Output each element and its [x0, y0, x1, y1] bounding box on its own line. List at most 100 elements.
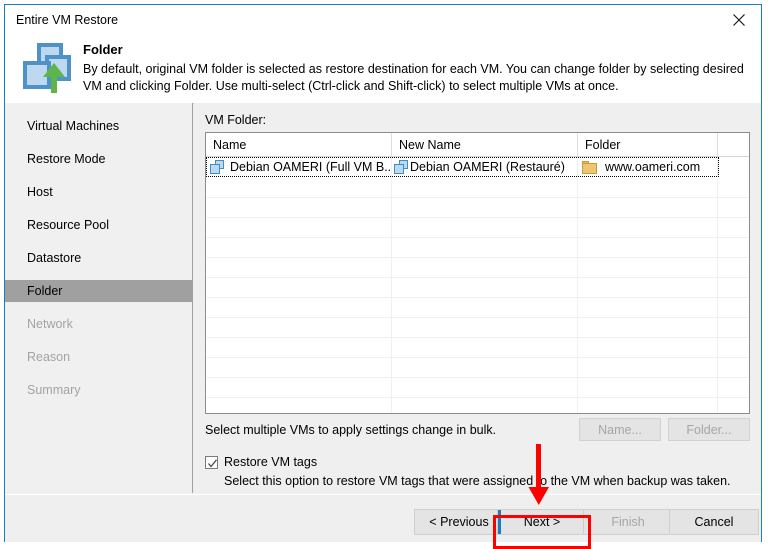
vm-folder-label: VM Folder:: [205, 113, 267, 127]
table-row-empty[interactable]: [206, 358, 749, 378]
table-row-empty[interactable]: [206, 318, 749, 338]
cell-empty: [206, 258, 392, 278]
cell-empty: [392, 298, 578, 318]
title-bar: Entire VM Restore: [5, 5, 761, 36]
sidebar-item-label: Virtual Machines: [27, 119, 120, 133]
cell-empty: [206, 378, 392, 398]
sidebar-item-label: Network: [27, 317, 73, 331]
sidebar-item-resource-pool[interactable]: Resource Pool: [5, 214, 192, 236]
cell-empty: [206, 218, 392, 238]
vm-folder-table: Name New Name Folder Debian OAMERI (Full V…: [205, 132, 750, 414]
cell-empty: [206, 178, 392, 198]
table-row-empty[interactable]: [206, 338, 749, 358]
table-row-empty[interactable]: [206, 398, 749, 413]
name-button[interactable]: Name...: [579, 418, 661, 441]
table-row-empty[interactable]: [206, 178, 749, 198]
cell-name: Debian OAMERI (Full VM B...: [206, 157, 392, 177]
finish-button[interactable]: Finish: [583, 509, 673, 535]
cell-empty: [392, 218, 578, 238]
cell-empty: [578, 318, 718, 338]
sidebar-item-network[interactable]: Network: [5, 313, 192, 335]
sidebar-item-virtual-machines[interactable]: Virtual Machines: [5, 115, 192, 137]
sidebar-item-host[interactable]: Host: [5, 181, 192, 203]
table-header-row: Name New Name Folder: [206, 133, 749, 157]
close-icon: [733, 14, 745, 26]
cell-folder-label: www.oameri.com: [605, 160, 701, 174]
cell-empty: [578, 198, 718, 218]
cell-empty: [392, 258, 578, 278]
cancel-button[interactable]: Cancel: [669, 509, 759, 535]
cell-empty: [392, 358, 578, 378]
cell-empty: [578, 398, 718, 413]
restore-vm-tags-checkbox[interactable]: Restore VM tags: [205, 455, 317, 469]
previous-button[interactable]: < Previous: [414, 509, 504, 535]
folder-icon: [582, 160, 598, 174]
column-header-folder[interactable]: Folder: [578, 133, 718, 156]
cell-empty: [206, 238, 392, 258]
column-header-new-name[interactable]: New Name: [392, 133, 578, 156]
close-button[interactable]: [717, 5, 761, 35]
sidebar-item-folder[interactable]: Folder: [5, 280, 192, 302]
header-title: Folder: [83, 42, 123, 57]
vm-icon: [210, 160, 225, 174]
cell-empty: [392, 198, 578, 218]
sidebar-item-datastore[interactable]: Datastore: [5, 247, 192, 269]
table-row-empty[interactable]: [206, 258, 749, 278]
cell-spacer: [718, 157, 749, 177]
cell-empty: [718, 398, 749, 413]
checkbox-box[interactable]: [205, 455, 218, 469]
cell-empty: [392, 378, 578, 398]
table-row-empty[interactable]: [206, 198, 749, 218]
cell-empty: [578, 238, 718, 258]
cell-empty: [206, 198, 392, 218]
cell-empty: [718, 178, 749, 198]
cell-new-name: Debian OAMERI (Restauré): [392, 157, 578, 177]
column-header-spacer[interactable]: [718, 133, 749, 156]
dialog-footer: < Previous Next > Finish Cancel: [5, 494, 761, 542]
cell-empty: [578, 338, 718, 358]
content-panel: VM Folder: Name New Name Folder Debian OAM…: [194, 103, 761, 493]
cell-empty: [392, 278, 578, 298]
cell-empty: [718, 358, 749, 378]
entire-vm-restore-dialog: Entire VM Restore Folder By default, ori…: [4, 4, 762, 549]
column-header-name[interactable]: Name: [206, 133, 392, 156]
header-banner: Folder By default, original VM folder is…: [5, 36, 761, 104]
sidebar-item-label: Reason: [27, 350, 71, 364]
sidebar-item-label: Datastore: [27, 251, 82, 265]
cell-empty: [578, 258, 718, 278]
cell-empty: [718, 238, 749, 258]
vm-restore-icon: [21, 41, 77, 97]
sidebar-item-summary[interactable]: Summary: [5, 379, 192, 401]
sidebar-item-label: Host: [27, 185, 53, 199]
cell-new-name-label: Debian OAMERI (Restauré): [410, 160, 565, 174]
cell-empty: [718, 258, 749, 278]
cell-empty: [578, 358, 718, 378]
cell-empty: [578, 178, 718, 198]
table-row[interactable]: Debian OAMERI (Full VM B... Debian OAMERI…: [206, 157, 749, 178]
cell-empty: [578, 218, 718, 238]
table-row-empty[interactable]: [206, 238, 749, 258]
cell-empty: [206, 358, 392, 378]
cell-empty: [392, 338, 578, 358]
cell-empty: [206, 278, 392, 298]
header-description: By default, original VM folder is select…: [83, 62, 744, 93]
cell-empty: [206, 338, 392, 358]
sidebar-item-reason[interactable]: Reason: [5, 346, 192, 368]
sidebar-item-restore-mode[interactable]: Restore Mode: [5, 148, 192, 170]
cell-empty: [392, 178, 578, 198]
next-button[interactable]: Next >: [497, 509, 587, 535]
next-button-label: Next >: [523, 515, 561, 529]
table-row-empty[interactable]: [206, 218, 749, 238]
sidebar-item-label: Restore Mode: [27, 152, 106, 166]
check-icon: [208, 458, 218, 468]
table-row-empty[interactable]: [206, 378, 749, 398]
folder-button[interactable]: Folder...: [668, 418, 750, 441]
table-row-empty[interactable]: [206, 298, 749, 318]
cell-empty: [392, 318, 578, 338]
cell-empty: [392, 398, 578, 413]
cell-empty: [206, 398, 392, 413]
table-row-empty[interactable]: [206, 278, 749, 298]
cell-empty: [718, 298, 749, 318]
cell-empty: [718, 218, 749, 238]
cell-empty: [718, 278, 749, 298]
